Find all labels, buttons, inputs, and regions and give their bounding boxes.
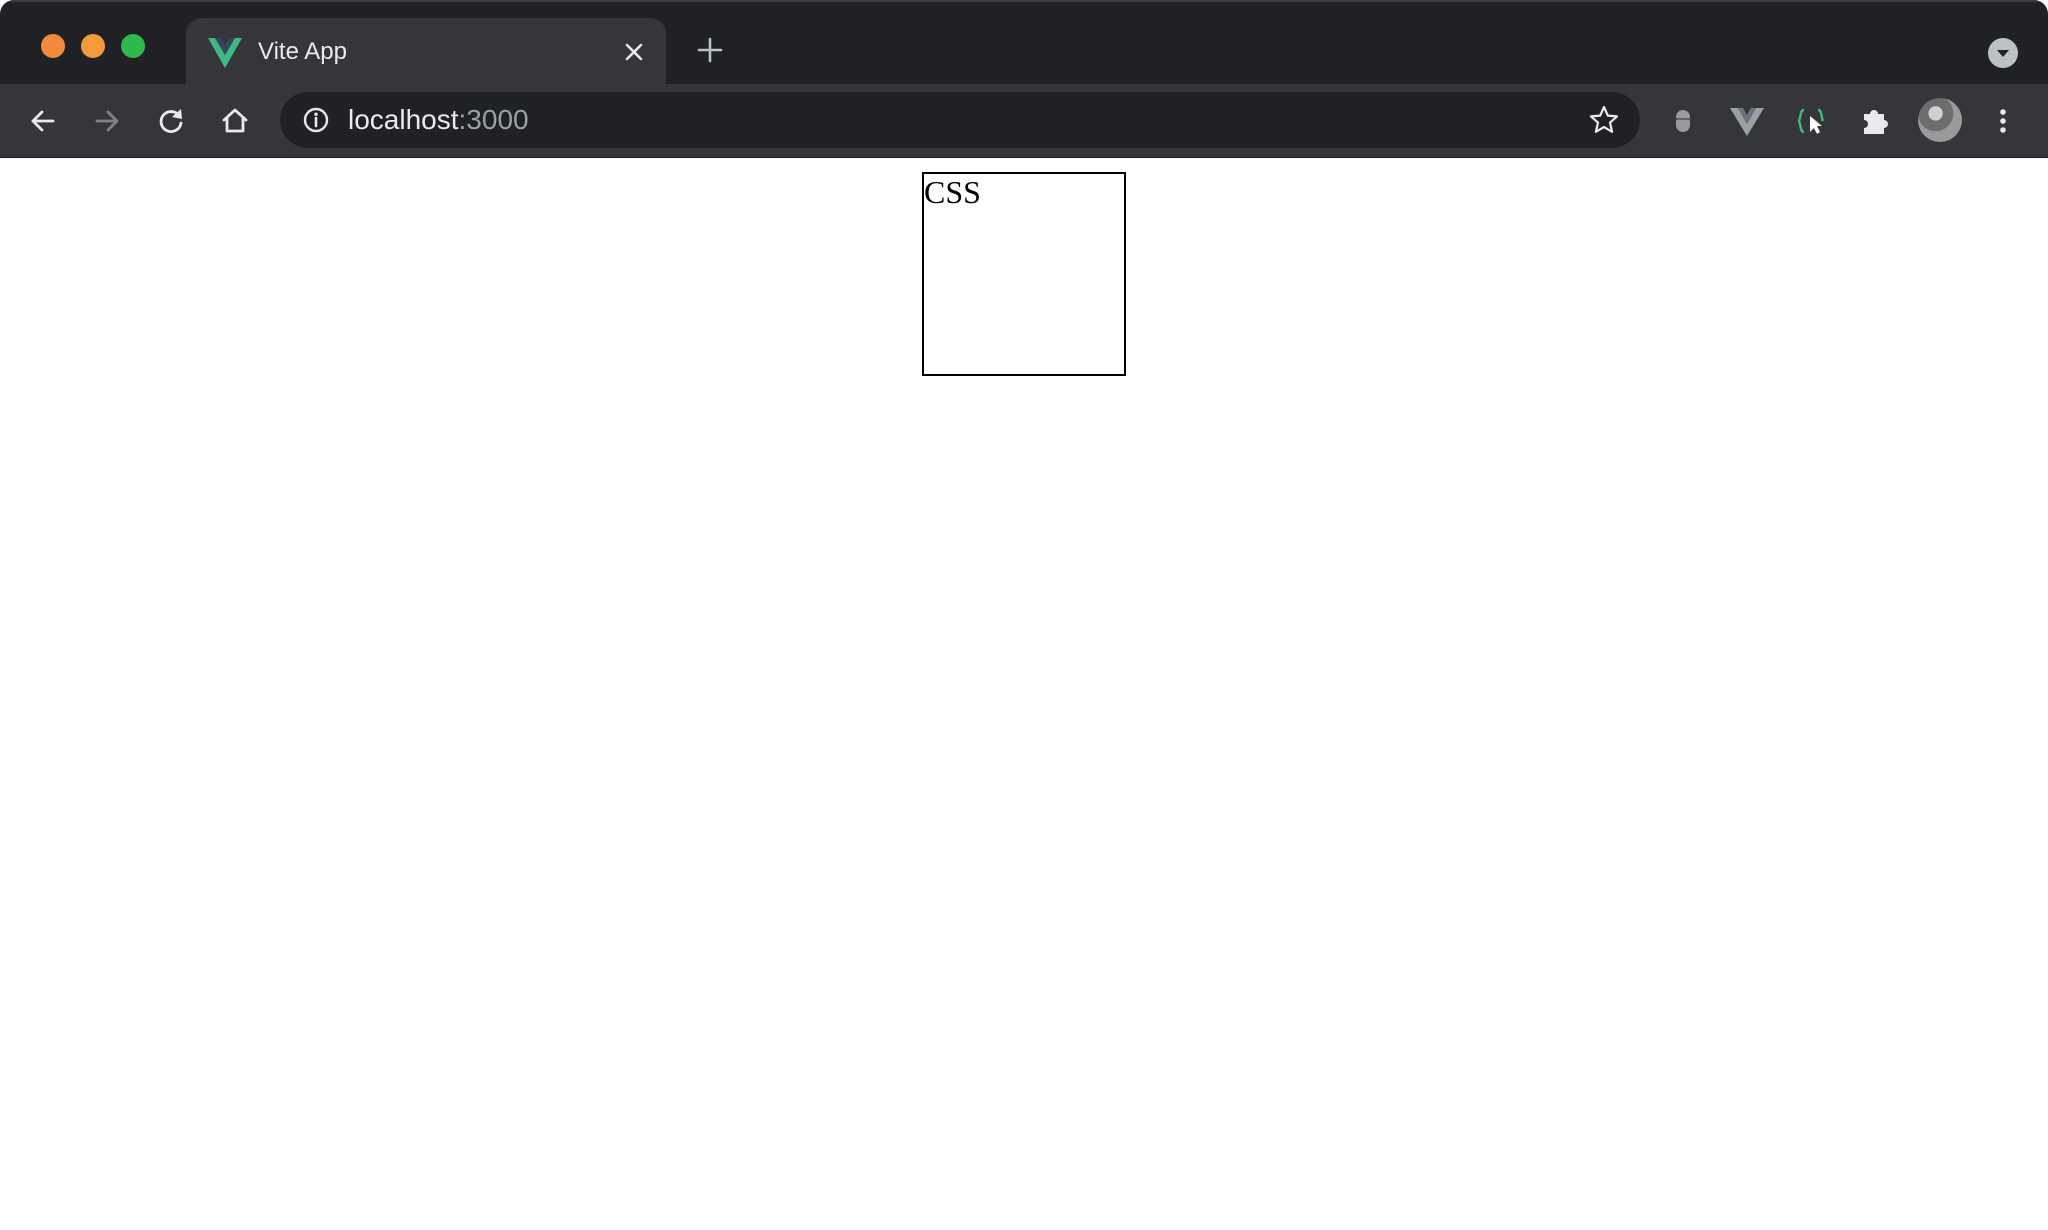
back-arrow-icon[interactable] (24, 102, 62, 140)
puzzle-extensions-icon[interactable] (1856, 102, 1894, 140)
window-maximize-button[interactable] (121, 34, 145, 58)
tab-strip: Vite App (0, 0, 2048, 86)
bookmark-star-icon[interactable] (1588, 104, 1620, 136)
reload-icon[interactable] (152, 102, 190, 140)
site-info-icon[interactable] (302, 106, 330, 134)
tab-close-icon[interactable] (620, 38, 648, 66)
window-minimize-button[interactable] (81, 34, 105, 58)
url-text[interactable]: localhost:3000 (348, 102, 529, 138)
page-viewport: CSS (0, 158, 2048, 1230)
tab-vite-app[interactable]: Vite App (186, 18, 666, 86)
more-menu-icon[interactable] (1984, 102, 2022, 140)
vue-devtools-icon[interactable] (1728, 102, 1766, 140)
tab-title: Vite App (258, 38, 347, 65)
url-host: localhost (348, 104, 459, 135)
url-port: :3000 (458, 104, 529, 135)
home-icon[interactable] (216, 102, 254, 140)
profile-avatar[interactable] (1918, 98, 1962, 142)
selector-extension-icon[interactable] (1792, 102, 1830, 140)
vue-logo-icon (208, 38, 242, 68)
tab-search-button[interactable] (1988, 38, 2018, 68)
css-box: CSS (922, 172, 1126, 376)
extension-icon-gray[interactable] (1664, 102, 1702, 140)
browser-window: Vite App localhost:3000 CSS (0, 0, 2048, 1230)
window-close-button[interactable] (41, 34, 65, 58)
address-bar[interactable]: localhost:3000 (280, 92, 1640, 148)
browser-toolbar: localhost:3000 (0, 84, 2048, 158)
forward-arrow-icon[interactable] (88, 102, 126, 140)
new-tab-button[interactable] (696, 36, 724, 64)
